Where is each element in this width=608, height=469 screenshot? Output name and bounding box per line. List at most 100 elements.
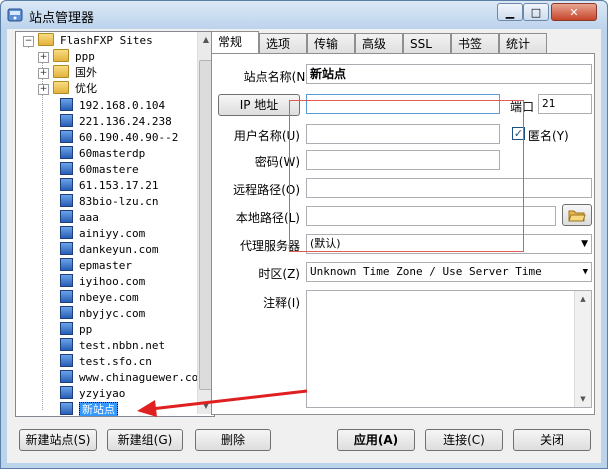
folder-icon (38, 33, 54, 46)
tree-site-label: test.sfo.cn (79, 355, 152, 368)
username-label: 用户名称(U) (233, 129, 300, 143)
tree-folder-label: 国外 (75, 66, 97, 79)
tree-site-selected[interactable]: 新站点 (60, 402, 118, 416)
site-icon (60, 354, 73, 367)
tree-site[interactable]: www.chinaguewer.com (60, 370, 205, 386)
minimize-button[interactable]: ▁ (497, 3, 523, 21)
delete-button[interactable]: 删除 (195, 429, 271, 451)
scroll-up-arrow-icon[interactable]: ▲ (575, 291, 591, 307)
tree-folder-label: 优化 (75, 82, 97, 95)
tree-site-label: dankeyun.com (79, 243, 159, 256)
tree-site-label: www.chinaguewer.com (79, 371, 205, 384)
tree-site[interactable]: ainiyy.com (60, 226, 145, 242)
tree-site[interactable]: 60.190.40.90--2 (60, 130, 178, 146)
expand-toggle[interactable]: + (38, 52, 49, 63)
tree-site-label: pp (79, 323, 93, 336)
tree-folder[interactable]: 优化 (53, 81, 97, 97)
apply-button[interactable]: 应用(A) (337, 429, 415, 451)
tree-line (42, 52, 43, 410)
folder-icon (53, 65, 69, 78)
timezone-label: 时区(Z) (258, 267, 300, 281)
tree-site[interactable]: 192.168.0.104 (60, 98, 165, 114)
site-icon (60, 290, 73, 303)
tree-site[interactable]: pp (60, 322, 92, 338)
site-icon (60, 322, 73, 335)
tree-site[interactable]: 61.153.17.21 (60, 178, 158, 194)
port-field[interactable]: 21 (538, 94, 592, 114)
maximize-button[interactable]: □ (523, 3, 549, 21)
tree-site[interactable]: 60mastere (60, 162, 139, 178)
tree-site[interactable]: yzyiyao (60, 386, 125, 402)
tree-site[interactable]: dankeyun.com (60, 242, 158, 258)
notes-scrollbar[interactable]: ▲ ▼ (574, 291, 591, 407)
tree-site-label: iyihoo.com (79, 275, 146, 288)
site-icon (60, 338, 73, 351)
site-icon (60, 194, 73, 207)
site-icon (60, 146, 73, 159)
tree-site[interactable]: 60masterdp (60, 146, 145, 162)
expand-toggle[interactable]: + (38, 84, 49, 95)
tree-folder-label: ppp (75, 50, 95, 63)
site-manager-window: 站点管理器 ▁ □ ✕ − FlashFXP Sites + ppp + 国外 … (0, 0, 608, 469)
close-window-button[interactable]: ✕ (551, 3, 597, 21)
tree-root[interactable]: FlashFXP Sites (38, 33, 153, 49)
tab-options[interactable]: 选项 (259, 33, 307, 53)
proxy-label: 代理服务器 (239, 239, 300, 253)
expand-toggle[interactable]: + (38, 68, 49, 79)
timezone-select[interactable]: Unknown Time Zone / Use Server Time ▼ (306, 262, 592, 282)
notes-textarea[interactable]: ▲ ▼ (306, 290, 592, 408)
title-bar[interactable]: 站点管理器 ▁ □ ✕ (1, 1, 607, 29)
tree-site[interactable]: test.nbbn.net (60, 338, 165, 354)
new-group-button[interactable]: 新建组(G) (107, 429, 183, 451)
tree-selected-label: 新站点 (79, 402, 118, 416)
tree-site[interactable]: aaa (60, 210, 99, 226)
tree-site-label: nbeye.com (79, 291, 139, 304)
site-icon (60, 114, 73, 127)
tab-transfer[interactable]: 传输 (307, 33, 355, 53)
tab-general[interactable]: 常规 (211, 31, 259, 53)
ip-address-button[interactable]: IP 地址 (218, 94, 300, 116)
tree-site-label: epmaster (79, 259, 132, 272)
highlight-rectangle (289, 100, 524, 252)
site-icon (60, 242, 73, 255)
tree-site[interactable]: test.sfo.cn (60, 354, 152, 370)
site-icon (60, 258, 73, 271)
browse-folder-button[interactable] (562, 204, 592, 226)
tab-ssl[interactable]: SSL (403, 33, 451, 53)
tab-statistics[interactable]: 统计 (499, 33, 547, 53)
site-icon (60, 274, 73, 287)
tree-site[interactable]: 83bio-lzu.cn (60, 194, 158, 210)
tree-site[interactable]: nbyjyc.com (60, 306, 145, 322)
site-name-field[interactable]: 新站点 (306, 64, 592, 84)
tree-site[interactable]: nbeye.com (60, 290, 139, 306)
site-tree[interactable]: − FlashFXP Sites + ppp + 国外 + 优化 192.168… (15, 31, 215, 417)
tree-site-label: 60masterdp (79, 147, 146, 160)
site-manager-icon (7, 8, 23, 22)
tab-bookmarks[interactable]: 书签 (451, 33, 499, 53)
site-icon (60, 178, 73, 191)
remote-path-label: 远程路径(O) (233, 183, 300, 197)
dropdown-arrow-icon: ▼ (581, 239, 588, 249)
site-icon (60, 386, 73, 399)
site-icon (60, 98, 73, 111)
tree-site[interactable]: iyihoo.com (60, 274, 145, 290)
tree-site-label: yzyiyao (79, 387, 126, 400)
site-icon (60, 306, 73, 319)
connect-button[interactable]: 连接(C) (425, 429, 503, 451)
local-path-label: 本地路径(L) (235, 211, 300, 225)
tab-advanced[interactable]: 高级 (355, 33, 403, 53)
site-icon (60, 402, 73, 415)
collapse-toggle[interactable]: − (23, 36, 34, 47)
tree-folder[interactable]: 国外 (53, 65, 97, 81)
scroll-down-arrow-icon[interactable]: ▼ (575, 391, 591, 407)
tree-site[interactable]: epmaster (60, 258, 132, 274)
tree-site-label: nbyjyc.com (79, 307, 146, 320)
tree-site[interactable]: 221.136.24.238 (60, 114, 172, 130)
tree-site-label: aaa (79, 211, 99, 224)
close-button[interactable]: 关闭 (513, 429, 591, 451)
tree-folder[interactable]: ppp (53, 49, 95, 65)
tree-site-label: 60.190.40.90--2 (79, 131, 179, 144)
tree-site-label: test.nbbn.net (79, 339, 166, 352)
new-site-button[interactable]: 新建站点(S) (19, 429, 97, 451)
maximize-icon: □ (530, 5, 542, 19)
